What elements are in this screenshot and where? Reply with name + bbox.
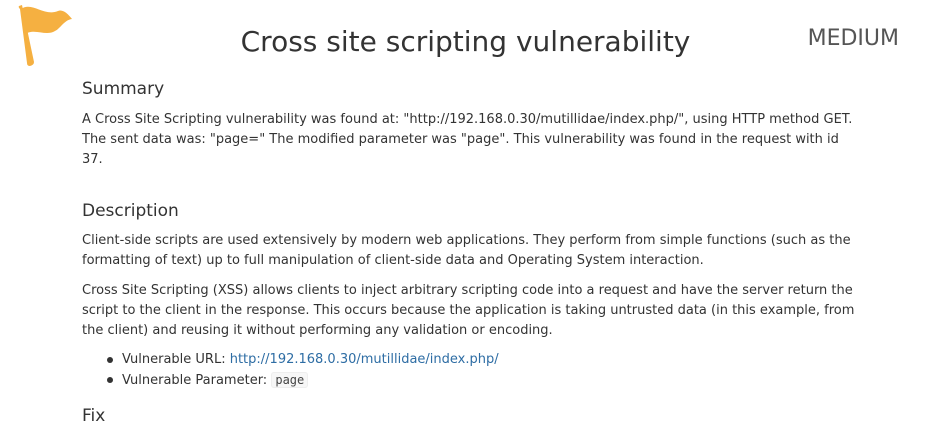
description-heading: Description	[82, 201, 179, 221]
report-content: Summary A Cross Site Scripting vulnerabi…	[82, 78, 862, 427]
vulnerability-details-list: Vulnerable URL: http://192.168.0.30/muti…	[82, 350, 862, 391]
description-paragraph-1: Client-side scripts are used extensively…	[82, 233, 851, 268]
fix-heading: Fix	[82, 406, 106, 426]
description-section: Description Client-side scripts are used…	[82, 200, 862, 391]
vulnerable-parameter-value: page	[271, 372, 309, 388]
summary-section: Summary A Cross Site Scripting vulnerabi…	[82, 78, 862, 170]
vulnerable-url-link[interactable]: http://192.168.0.30/mutillidae/index.php…	[230, 352, 499, 367]
summary-line-2: The sent data was: "page=" The modified …	[82, 132, 839, 167]
description-paragraph-2: Cross Site Scripting (XSS) allows client…	[82, 283, 855, 338]
page-title: Cross site scripting vulnerability	[240, 25, 691, 58]
severity-badge: MEDIUM	[807, 26, 899, 51]
list-item-vulnerable-url: Vulnerable URL: http://192.168.0.30/muti…	[82, 350, 862, 370]
vulnerable-url-label: Vulnerable URL:	[122, 352, 226, 367]
list-item-vulnerable-parameter: Vulnerable Parameter: page	[82, 370, 862, 391]
summary-text: A Cross Site Scripting vulnerability was…	[82, 110, 862, 170]
vulnerable-parameter-label: Vulnerable Parameter:	[122, 373, 268, 388]
fix-section: Fix	[82, 405, 862, 427]
summary-line-1: A Cross Site Scripting vulnerability was…	[82, 112, 853, 127]
summary-heading: Summary	[82, 79, 165, 99]
